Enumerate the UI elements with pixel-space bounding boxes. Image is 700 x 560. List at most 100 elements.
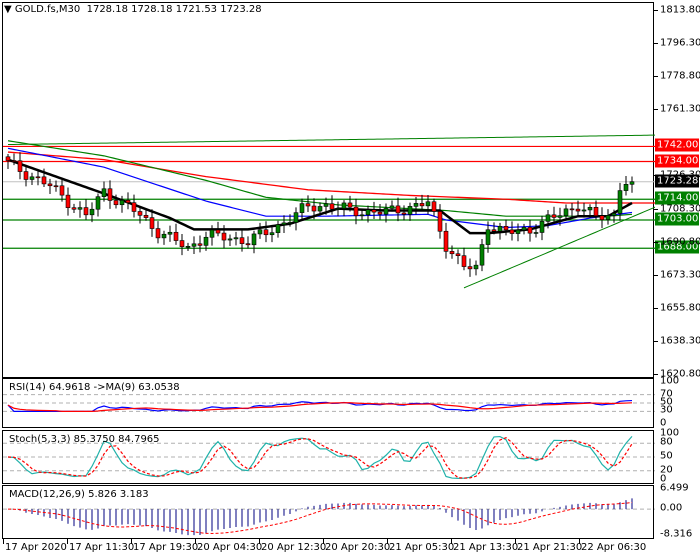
candle	[59, 177, 65, 202]
candle	[149, 209, 155, 237]
candle-body	[275, 224, 281, 233]
time-label: 21 Apr 13:30	[453, 542, 519, 553]
high-value: 1728.18	[131, 4, 173, 15]
candle-body	[107, 188, 113, 201]
candle-body	[137, 211, 143, 216]
candle	[569, 202, 575, 218]
triangle-down-icon[interactable]: ▼	[4, 4, 12, 15]
price-tick-mark	[654, 340, 658, 342]
candle	[503, 219, 509, 236]
price-tick-mark	[654, 307, 658, 309]
candle-body	[521, 227, 527, 231]
candle-body	[131, 202, 137, 212]
candle-body	[629, 181, 635, 185]
rsi-tick-label: 100	[660, 375, 680, 387]
candle-body	[263, 229, 269, 236]
candle-body	[59, 185, 65, 196]
candle-body	[563, 208, 569, 216]
candle	[527, 219, 533, 242]
candle-body	[293, 212, 299, 223]
macd-pane[interactable]: MACD(12,26,9) 5.826 3.183	[2, 485, 655, 539]
candle	[65, 187, 71, 216]
candle	[419, 194, 425, 210]
macd-tick-label: -8.316	[660, 528, 693, 540]
candle	[245, 236, 251, 249]
candle-body	[167, 231, 173, 235]
price-tick-mark	[654, 373, 658, 375]
candle-body	[161, 233, 167, 239]
price-tick-label: 1655.80	[660, 302, 700, 314]
time-label: 20 Apr 04:30	[197, 542, 263, 553]
candle	[101, 181, 107, 202]
candle	[305, 195, 311, 213]
candle-body	[329, 203, 335, 210]
candle	[263, 221, 269, 243]
candle-body	[347, 202, 353, 208]
candle	[479, 238, 485, 272]
candle-body	[401, 212, 407, 215]
candle-body	[431, 201, 437, 212]
candle-body	[209, 229, 215, 238]
rsi-line	[7, 399, 633, 413]
time-label: 21 Apr 21:30	[517, 542, 583, 553]
time-tick-mark	[451, 539, 452, 544]
candle	[605, 209, 611, 225]
level-price-tag: 1734.00	[655, 154, 699, 167]
candle	[161, 230, 167, 245]
candle-body	[17, 160, 23, 172]
price-tick-label: 1690.80	[660, 236, 700, 248]
candle-body	[143, 215, 149, 218]
candle-body	[497, 225, 503, 232]
candle	[407, 202, 413, 221]
candle-body	[341, 202, 347, 209]
candle	[107, 180, 113, 209]
candle-body	[77, 207, 83, 210]
candle-body	[35, 176, 41, 179]
symbol-label: GOLD.fs,M30	[14, 4, 81, 15]
candle	[191, 236, 197, 254]
candle-body	[185, 246, 191, 248]
candle	[401, 205, 407, 221]
macd-label: MACD(12,26,9) 5.826 3.183	[9, 489, 149, 500]
candle	[125, 192, 131, 210]
time-label: 21 Apr 05:30	[389, 542, 455, 553]
candle	[293, 207, 299, 231]
price-tick-label: 1796.30	[660, 37, 700, 49]
time-label: 22 Apr 06:30	[581, 542, 647, 553]
candle-body	[179, 240, 185, 247]
time-label: 17 Apr 2020	[5, 542, 67, 553]
time-tick-mark	[323, 539, 324, 544]
candle	[275, 220, 281, 238]
candle-body	[551, 214, 557, 218]
rsi-pane[interactable]: RSI(14) 64.9618 ->MA(9) 63.0538	[2, 378, 655, 428]
candle-body	[197, 243, 203, 246]
candle-body	[47, 183, 53, 187]
candle	[515, 223, 521, 242]
stoch-pane[interactable]: Stoch(5,3,3) 85.3750 84.7965	[2, 430, 655, 484]
candle-body	[95, 196, 101, 210]
candle	[317, 202, 323, 215]
candle	[335, 201, 341, 217]
time-tick-mark	[195, 539, 196, 544]
candle-body	[359, 214, 365, 217]
price-tick-mark	[654, 175, 658, 177]
candle	[155, 221, 161, 244]
candle-body	[515, 229, 521, 234]
candle-body	[419, 203, 425, 207]
chart-header: ▼ GOLD.fs,M30 1728.18 1728.18 1721.53 17…	[4, 4, 262, 15]
candle-body	[323, 203, 329, 207]
candle	[167, 225, 173, 242]
candle-body	[461, 255, 467, 267]
candle-body	[113, 200, 119, 206]
close-value: 1723.28	[220, 4, 262, 15]
candle-body	[65, 194, 71, 208]
candle-body	[83, 207, 89, 216]
time-tick-mark	[259, 539, 260, 544]
candle-body	[377, 211, 383, 215]
price-chart-pane[interactable]	[2, 2, 655, 378]
candle-body	[485, 229, 491, 245]
candle	[599, 207, 605, 229]
stoch-tick-label: 50	[660, 450, 673, 462]
candle-body	[251, 233, 257, 246]
price-tick-mark	[654, 274, 658, 276]
